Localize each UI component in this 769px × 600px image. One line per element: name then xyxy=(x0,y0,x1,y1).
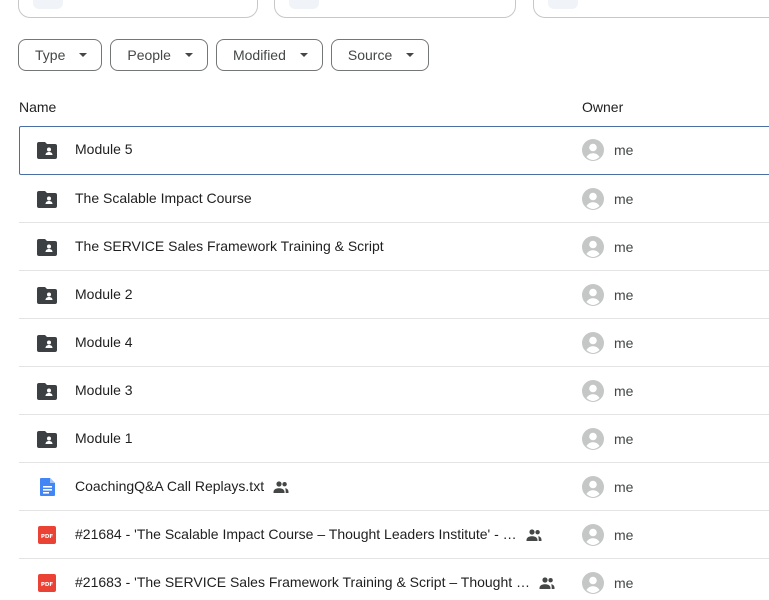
owner-label: me xyxy=(614,383,634,399)
owner-label: me xyxy=(614,191,634,207)
filter-label: Source xyxy=(347,47,393,63)
owner-label: me xyxy=(614,287,634,303)
pdf-icon: PDF xyxy=(37,574,57,592)
file-name[interactable]: The SERVICE Sales Framework Training & S… xyxy=(75,238,384,254)
owner-label: me xyxy=(614,527,634,543)
file-row[interactable]: Module 4 me xyxy=(19,319,769,367)
suggested-cards-strip xyxy=(18,0,769,18)
people-icon xyxy=(273,480,289,494)
account-circle-icon xyxy=(582,524,604,546)
owner-label: me xyxy=(614,575,634,591)
file-name[interactable]: CoachingQ&A Call Replays.txt xyxy=(75,478,264,494)
filter-people-button[interactable]: People xyxy=(110,39,208,71)
folder-shared-icon xyxy=(37,286,57,304)
file-row[interactable]: CoachingQ&A Call Replays.txt me xyxy=(19,463,769,511)
google-docs-icon xyxy=(37,478,57,496)
account-circle-icon xyxy=(582,476,604,498)
file-name[interactable]: #21684 - 'The Scalable Impact Course – T… xyxy=(75,526,517,542)
filter-label: Type xyxy=(35,47,66,63)
folder-shared-icon xyxy=(37,430,57,448)
card-thumbnail xyxy=(289,0,319,9)
file-row[interactable]: Module 3 me xyxy=(19,367,769,415)
account-circle-icon xyxy=(582,428,604,450)
people-icon xyxy=(539,576,555,590)
account-circle-icon xyxy=(582,332,604,354)
account-circle-icon xyxy=(582,139,604,161)
filter-label: People xyxy=(127,47,171,63)
owner-label: me xyxy=(614,142,634,158)
caret-down-icon xyxy=(184,53,193,57)
filter-bar: Type People Modified Source xyxy=(18,39,430,71)
folder-shared-icon xyxy=(37,190,57,208)
account-circle-icon xyxy=(582,188,604,210)
column-header-owner[interactable]: Owner xyxy=(582,99,623,115)
filter-label: Modified xyxy=(232,47,286,63)
svg-text:PDF: PDF xyxy=(41,534,54,540)
file-name[interactable]: Module 1 xyxy=(75,430,133,446)
caret-down-icon xyxy=(79,53,88,57)
file-list: Module 5 me The Scalable Impact Course me Th… xyxy=(19,126,769,600)
filter-type-button[interactable]: Type xyxy=(18,39,103,71)
file-row[interactable]: Module 2 me xyxy=(19,271,769,319)
list-header: Name Owner xyxy=(0,96,769,120)
folder-shared-icon xyxy=(37,382,57,400)
filter-modified-button[interactable]: Modified xyxy=(215,39,323,71)
column-header-name[interactable]: Name xyxy=(19,99,56,115)
file-name[interactable]: Module 4 xyxy=(75,334,133,350)
file-row[interactable]: The Scalable Impact Course me xyxy=(19,175,769,223)
owner-label: me xyxy=(614,239,634,255)
suggested-card[interactable] xyxy=(533,0,769,18)
account-circle-icon xyxy=(582,236,604,258)
suggested-card[interactable] xyxy=(18,0,258,18)
people-icon xyxy=(526,528,542,542)
owner-label: me xyxy=(614,335,634,351)
folder-shared-icon xyxy=(37,141,57,159)
owner-label: me xyxy=(614,479,634,495)
file-name[interactable]: Module 3 xyxy=(75,382,133,398)
pdf-icon: PDF xyxy=(37,526,57,544)
account-circle-icon xyxy=(582,380,604,402)
file-name[interactable]: Module 5 xyxy=(75,141,133,157)
file-row[interactable]: PDF #21683 - 'The SERVICE Sales Framework… xyxy=(19,559,769,600)
folder-shared-icon xyxy=(37,238,57,256)
card-thumbnail xyxy=(33,0,63,9)
file-row[interactable]: Module 5 me xyxy=(19,126,769,175)
account-circle-icon xyxy=(582,572,604,594)
caret-down-icon xyxy=(299,53,308,57)
account-circle-icon xyxy=(582,284,604,306)
file-name[interactable]: #21683 - 'The SERVICE Sales Framework Tr… xyxy=(75,574,530,590)
folder-shared-icon xyxy=(37,334,57,352)
file-row[interactable]: PDF #21684 - 'The Scalable Impact Course … xyxy=(19,511,769,559)
suggested-card[interactable] xyxy=(274,0,516,18)
svg-text:PDF: PDF xyxy=(41,582,54,588)
file-row[interactable]: Module 1 me xyxy=(19,415,769,463)
card-thumbnail xyxy=(548,0,578,9)
caret-down-icon xyxy=(406,53,415,57)
file-row[interactable]: The SERVICE Sales Framework Training & S… xyxy=(19,223,769,271)
filter-source-button[interactable]: Source xyxy=(330,39,430,71)
file-name[interactable]: Module 2 xyxy=(75,286,133,302)
owner-label: me xyxy=(614,431,634,447)
file-name[interactable]: The Scalable Impact Course xyxy=(75,190,252,206)
